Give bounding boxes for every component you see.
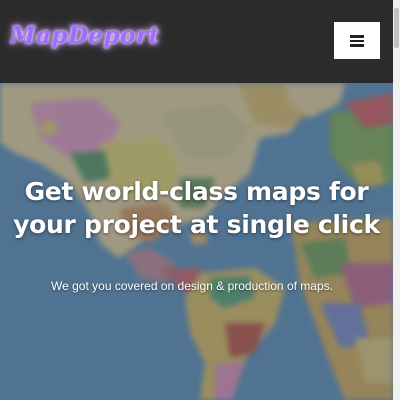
page-scrollbar[interactable]	[393, 0, 400, 400]
scrollbar-thumb[interactable]	[394, 8, 399, 48]
menu-toggle-button[interactable]	[334, 22, 380, 59]
hamburger-menu-icon	[350, 35, 364, 47]
hero-section: Get world-class maps for your project at…	[0, 83, 393, 400]
site-header: MapDeport	[0, 0, 393, 83]
hero-title: Get world-class maps for your project at…	[13, 177, 380, 239]
hero-subtitle: We got you covered on design & productio…	[51, 279, 333, 293]
hero-overlay	[0, 83, 393, 400]
site-logo[interactable]: MapDeport	[10, 22, 160, 49]
